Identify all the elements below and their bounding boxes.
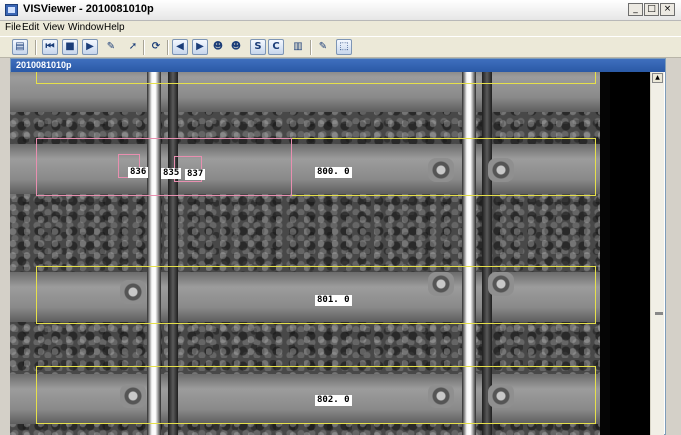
c-mode-button[interactable]: C	[268, 39, 284, 55]
close-button[interactable]: ×	[660, 3, 675, 16]
next-frame-icon[interactable]: ▶	[82, 39, 98, 55]
track-image-view[interactable]: 836 835 837 800. 0 801. 0 802. 0	[10, 72, 610, 435]
minimize-button[interactable]: _	[628, 3, 643, 16]
previous-icon[interactable]: ◀	[172, 39, 188, 55]
user-search-icon[interactable]: ☻	[210, 39, 226, 55]
sleeper-label: 801. 0	[315, 295, 352, 306]
open-file-icon[interactable]: ▤	[12, 39, 28, 55]
image-margin	[610, 72, 650, 435]
maximize-button[interactable]: □	[644, 3, 659, 16]
image-edge	[600, 72, 610, 435]
s-mode-button[interactable]: S	[250, 39, 266, 55]
app-icon[interactable]	[5, 4, 18, 16]
first-frame-icon[interactable]: ⏮	[42, 39, 58, 55]
stop-icon[interactable]: ■	[62, 39, 78, 55]
menu-view[interactable]: View	[43, 22, 65, 33]
defect-label-837: 837	[185, 169, 206, 180]
forward-icon[interactable]: ▶	[192, 39, 208, 55]
toolbar-separator	[167, 40, 169, 55]
menu-help[interactable]: Help	[104, 22, 125, 33]
arrow-tool-icon[interactable]: ➚	[125, 39, 141, 55]
select-tool-icon[interactable]: ⬚	[336, 39, 352, 55]
toolbar: ▤ ⏮ ■ ▶ ✎ ➚ ⟳ ◀ ▶ ☻ ☻ S C ▥ ✎ ⬚	[0, 36, 681, 58]
defect-label-835: 835	[161, 168, 182, 179]
menu-bar: File Edit View Window Help	[0, 21, 681, 36]
window-controls: _ □ ×	[628, 3, 675, 16]
toolbar-separator	[310, 40, 312, 55]
window-title: VISViewer - 2010081010p	[23, 3, 154, 15]
vertical-scrollbar[interactable]: ▲	[650, 72, 664, 435]
scroll-thumb[interactable]	[655, 312, 663, 315]
toolbar-separator	[143, 40, 145, 55]
sleeper-detection-box[interactable]	[36, 72, 596, 84]
grid-icon[interactable]: ▥	[290, 39, 306, 55]
tag-icon[interactable]: ✎	[315, 39, 331, 55]
sleeper-label: 802. 0	[315, 395, 352, 406]
user-remove-icon[interactable]: ☻	[228, 39, 244, 55]
refresh-icon[interactable]: ⟳	[148, 39, 164, 55]
menu-edit[interactable]: Edit	[22, 22, 39, 33]
sleeper-label: 800. 0	[315, 167, 352, 178]
defect-region-box[interactable]	[36, 138, 292, 196]
title-bar: VISViewer - 2010081010p _ □ ×	[0, 0, 681, 21]
toolbar-separator	[35, 40, 37, 55]
defect-label-836: 836	[128, 167, 149, 178]
menu-window[interactable]: Window	[68, 22, 104, 33]
wrench-icon[interactable]: ✎	[103, 39, 119, 55]
scroll-up-button[interactable]: ▲	[652, 73, 663, 83]
document-title: 2010081010p	[11, 59, 665, 72]
menu-file[interactable]: File	[5, 22, 21, 33]
